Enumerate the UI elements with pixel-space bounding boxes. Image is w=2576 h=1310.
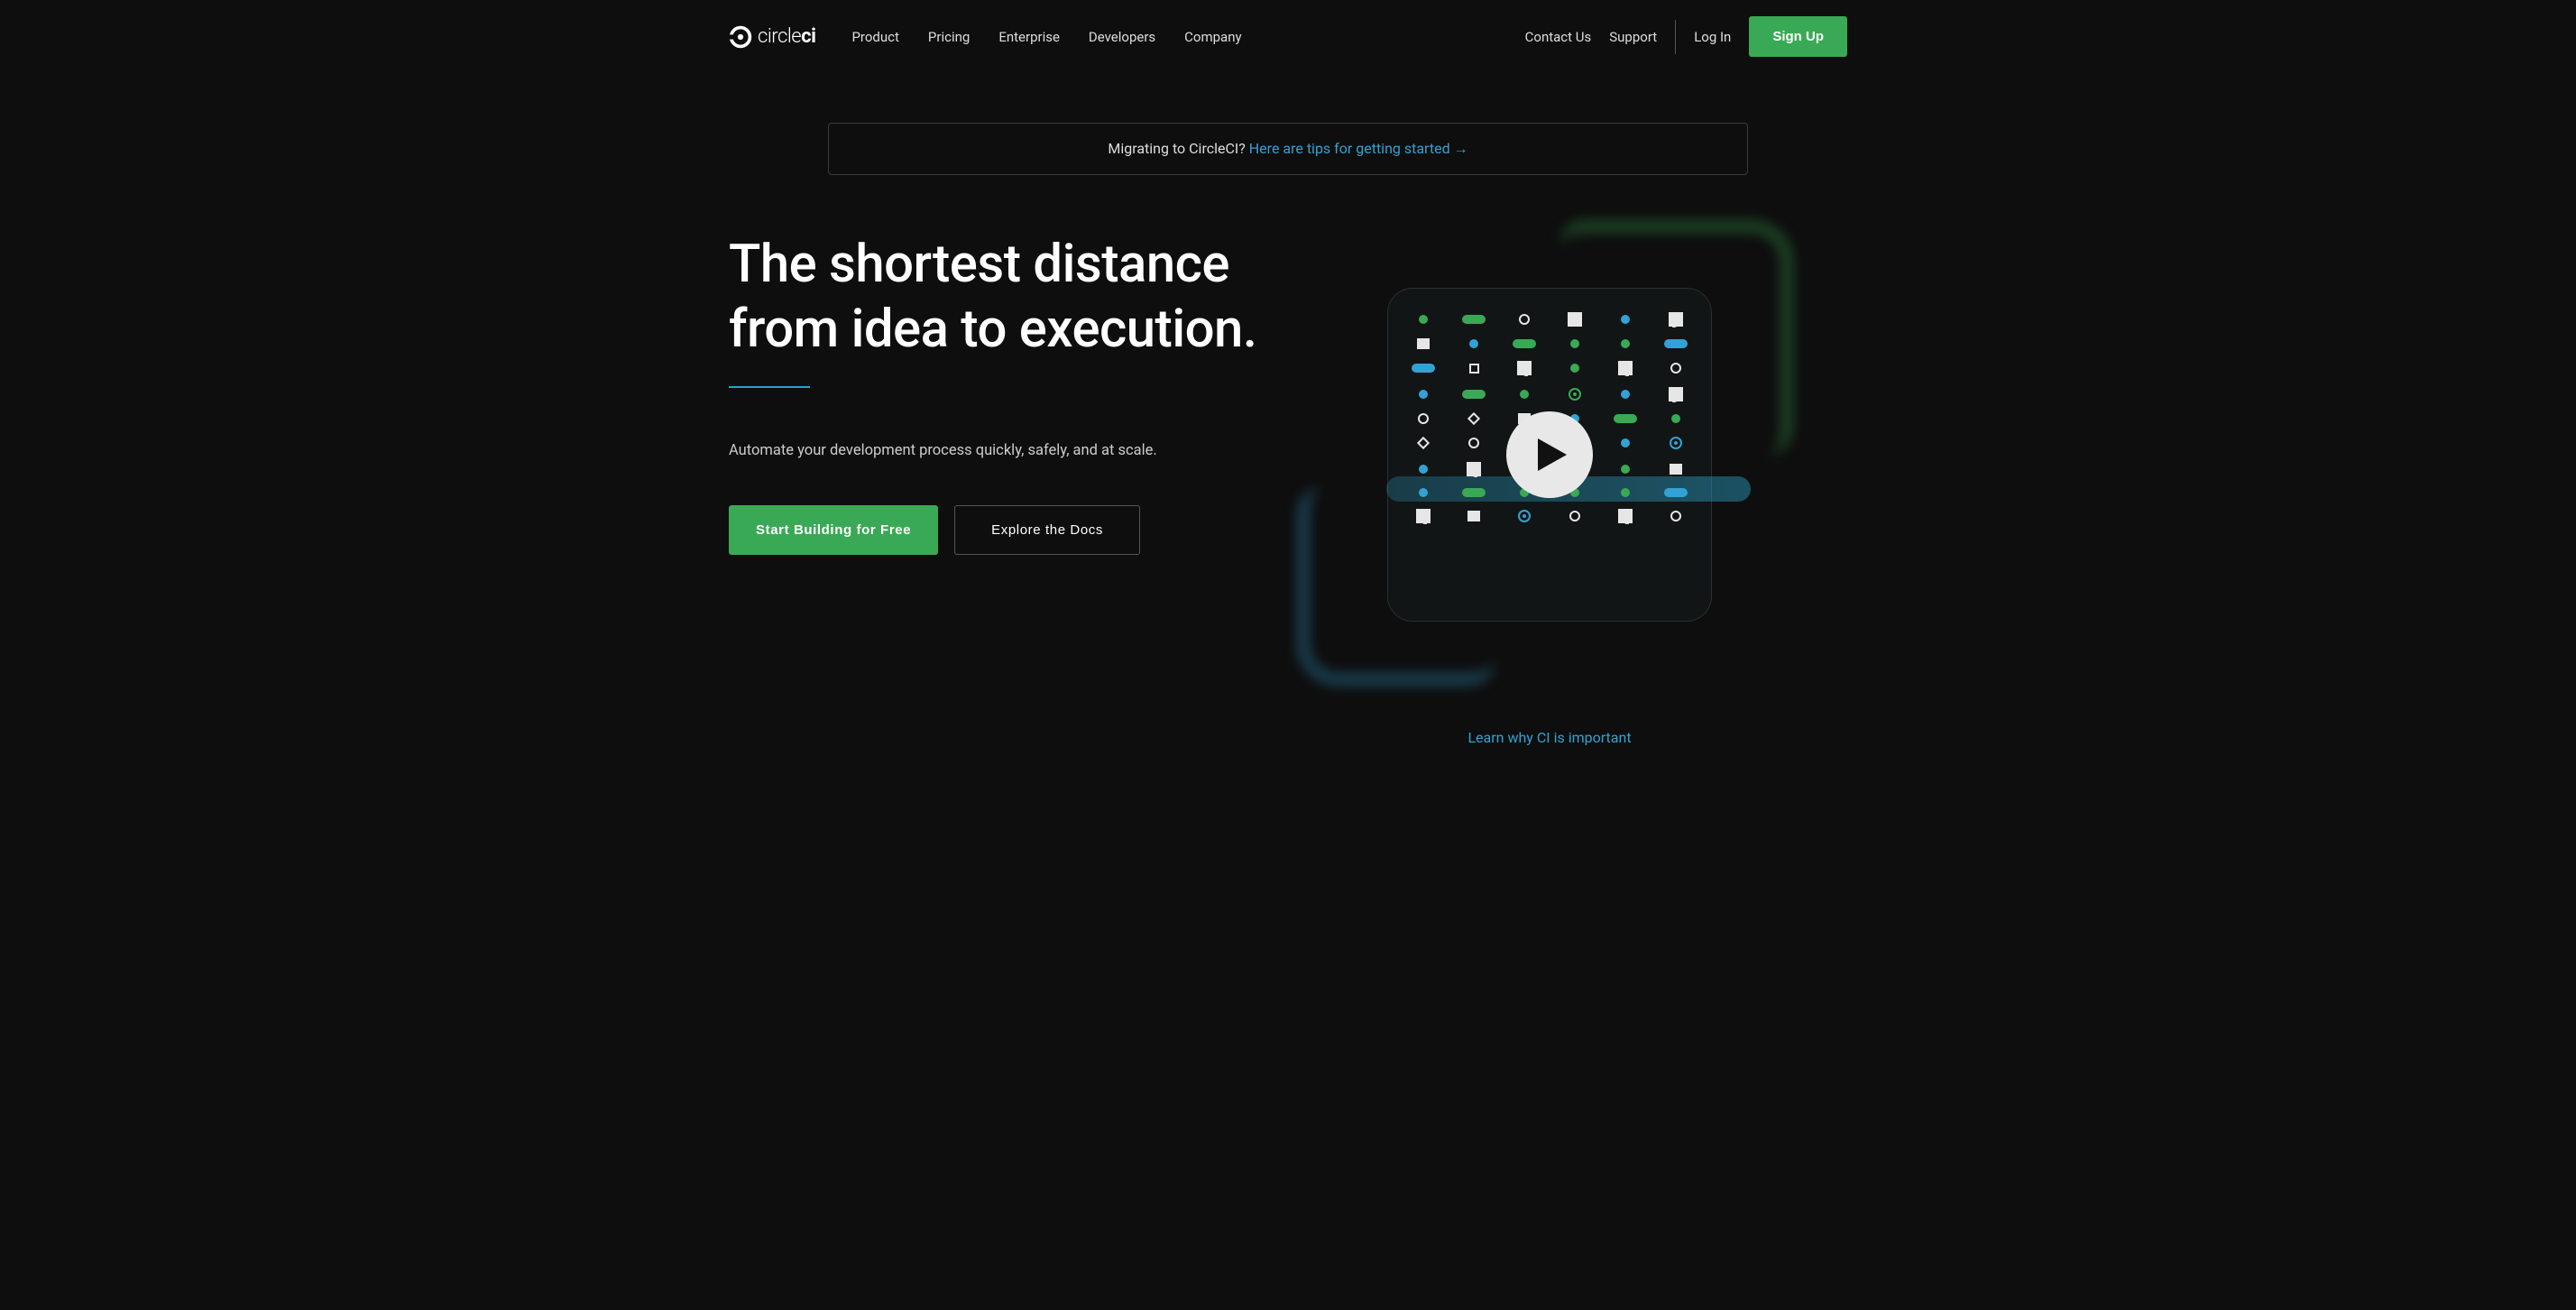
glyph-icon [1621,488,1630,497]
hero-title: The shortest distance from idea to execu… [729,233,1288,363]
nav-company[interactable]: Company [1184,29,1241,45]
glyph-icon [1621,438,1630,447]
glyph-icon [1570,339,1579,348]
explore-docs-button[interactable]: Explore the Docs [954,505,1140,555]
banner-link[interactable]: Here are tips for getting started [1249,140,1468,157]
nav-contact[interactable]: Contact Us [1525,29,1592,45]
glyph-icon [1614,414,1637,423]
nav-enterprise[interactable]: Enterprise [998,29,1060,45]
glyph-icon: { [1618,361,1633,375]
glyph-icon [1570,364,1579,373]
glyph-icon [1467,412,1480,425]
glyph-icon [1519,314,1530,325]
glyph-icon [1621,465,1630,474]
glyph-icon [1469,364,1479,374]
nav-product[interactable]: Product [851,29,898,45]
glyph-icon: { [1467,462,1481,476]
glyph-icon [1670,511,1681,521]
glyph-icon [1417,338,1430,349]
play-button[interactable] [1506,411,1593,498]
signup-button[interactable]: Sign Up [1749,16,1847,57]
glyph-icon [1670,363,1681,374]
glyph-icon [1462,390,1486,399]
glyph-icon [1419,488,1428,497]
glyph-icon [1417,437,1430,449]
glyph-icon [1621,390,1630,399]
nav-developers[interactable]: Developers [1089,29,1155,45]
start-building-button[interactable]: Start Building for Free [729,505,938,555]
glyph-icon [1664,339,1688,348]
learn-why-link[interactable]: Learn why CI is important [1467,729,1631,746]
glyph-icon [1419,465,1428,474]
nav-support[interactable]: Support [1609,29,1657,45]
glyph-icon [1467,511,1480,521]
glyph-icon [1518,510,1531,522]
video-tile[interactable]: != } { { [1387,288,1712,622]
glyph-icon [1462,315,1486,324]
glyph-icon [1468,438,1479,448]
glyph-icon [1670,437,1682,449]
brand-text: circleci [758,25,815,48]
glyph-icon [1419,315,1428,324]
glyph-icon: != [1568,312,1582,327]
play-icon [1538,438,1567,471]
glyph-icon [1469,339,1478,348]
glyph-icon [1520,390,1529,399]
nav-pricing[interactable]: Pricing [928,29,970,45]
glyph-icon [1569,511,1580,521]
hero-description: Automate your development process quickl… [729,438,1234,464]
hero-underline [729,386,810,388]
glyph-icon [1419,390,1428,399]
glyph-icon [1621,315,1630,324]
nav-primary: Product Pricing Enterprise Developers Co… [851,29,1241,45]
glyph-icon: { [1416,509,1431,523]
glyph-icon [1671,414,1680,423]
migration-banner: Migrating to CircleCI? Here are tips for… [828,123,1748,175]
glyph-icon: } [1669,312,1683,327]
nav-divider [1675,20,1676,54]
glyph-icon [1569,388,1581,401]
logo-icon [729,25,752,49]
glyph-icon [1664,488,1688,497]
glyph-icon [1418,413,1429,424]
glyph-icon [1513,339,1536,348]
glyph-icon [1462,488,1486,497]
glyph-icon [1412,364,1435,373]
glyph-icon: } [1669,387,1683,401]
glyph-icon: { [1618,509,1633,523]
banner-lead: Migrating to CircleCI? [1108,140,1248,157]
glyph-icon [1621,339,1630,348]
glyph-icon: { [1517,361,1532,375]
nav-login[interactable]: Log In [1694,29,1731,45]
glyph-icon [1670,464,1682,475]
logo[interactable]: circleci [729,25,815,49]
